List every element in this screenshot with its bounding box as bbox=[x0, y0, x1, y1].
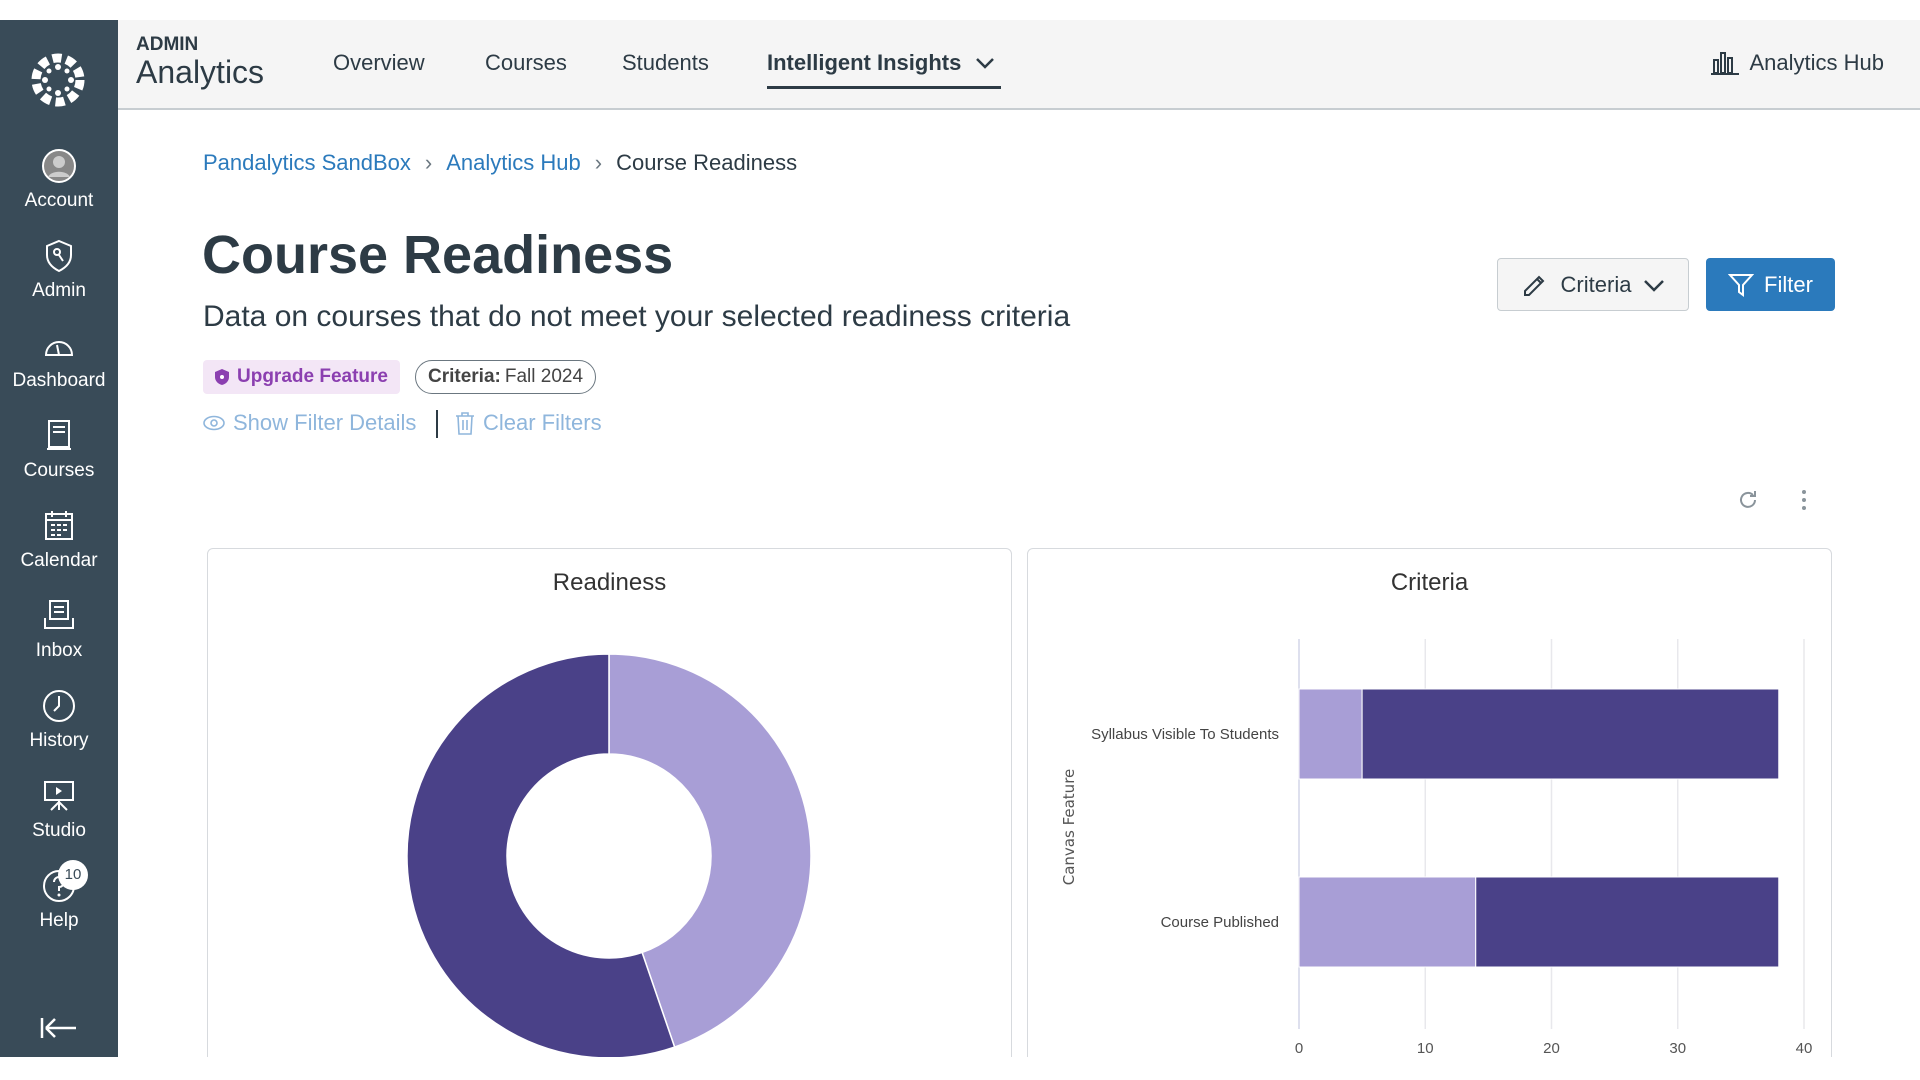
shield-star-icon bbox=[215, 369, 229, 385]
criteria-button-label: Criteria bbox=[1560, 271, 1632, 297]
brand-analytics: Analytics bbox=[136, 54, 265, 90]
sidebar-item-dashboard[interactable]: Dashboard bbox=[0, 328, 118, 392]
readiness-donut-chart bbox=[406, 653, 812, 1059]
bottom-edge bbox=[0, 1057, 1920, 1080]
sidebar-item-label: Courses bbox=[23, 460, 95, 481]
breadcrumb-sandbox[interactable]: Pandalytics SandBox bbox=[203, 150, 411, 176]
top-header: ADMIN Analytics Overview Courses Student… bbox=[118, 20, 1920, 110]
sidebar-item-label: Help bbox=[39, 910, 79, 931]
page-subtitle: Data on courses that do not meet your se… bbox=[203, 300, 1071, 333]
tab-students[interactable]: Students bbox=[622, 50, 709, 76]
bar-segment bbox=[1298, 876, 1477, 968]
clear-filters-link[interactable]: Clear Filters bbox=[455, 410, 602, 436]
chevron-down-icon bbox=[1644, 279, 1665, 292]
sidebar-item-label: Inbox bbox=[35, 640, 83, 661]
filter-button-label: Filter bbox=[1764, 271, 1813, 297]
show-filter-label: Show Filter Details bbox=[233, 410, 417, 435]
pencil-icon bbox=[1523, 275, 1544, 296]
sidebar-item-help[interactable]: Help 10 bbox=[0, 860, 118, 932]
show-filter-details-link[interactable]: Show Filter Details bbox=[203, 410, 416, 436]
help-badge: 10 bbox=[58, 860, 88, 890]
bar-segment bbox=[1298, 688, 1363, 780]
x-tick-label: 10 bbox=[1417, 1040, 1434, 1057]
analytics-hub-link[interactable]: Analytics Hub bbox=[1711, 50, 1884, 76]
sidebar-item-account[interactable]: Account bbox=[0, 148, 118, 212]
filter-button[interactable]: Filter bbox=[1706, 258, 1835, 311]
bar-segment bbox=[1475, 876, 1780, 968]
sidebar-item-admin[interactable]: Admin bbox=[0, 238, 118, 302]
filter-funnel-icon bbox=[1728, 273, 1755, 297]
inbox-icon bbox=[44, 600, 74, 629]
trash-icon bbox=[456, 412, 474, 435]
sidebar-item-studio[interactable]: Studio bbox=[0, 778, 118, 842]
eye-icon bbox=[203, 415, 225, 431]
studio-icon bbox=[44, 781, 74, 811]
sidebar-item-label: History bbox=[29, 730, 89, 751]
tab-overview[interactable]: Overview bbox=[333, 50, 425, 76]
sidebar-item-courses[interactable]: Courses bbox=[0, 418, 118, 482]
brand-admin: ADMIN bbox=[136, 34, 199, 55]
sidebar-item-label: Admin bbox=[32, 280, 86, 301]
collapse-nav-icon[interactable] bbox=[40, 1016, 78, 1040]
chevron-right-icon: › bbox=[424, 150, 433, 175]
page-title: Course Readiness bbox=[202, 225, 674, 285]
upgrade-feature-badge: Upgrade Feature bbox=[203, 360, 400, 394]
more-options-icon[interactable] bbox=[1800, 489, 1808, 511]
x-tick-label: 20 bbox=[1543, 1040, 1560, 1057]
sidebar-item-label: Account bbox=[24, 190, 94, 211]
criteria-button[interactable]: Criteria bbox=[1497, 258, 1689, 311]
y-axis-label: Canvas Feature bbox=[1060, 769, 1078, 886]
x-tick-label: 30 bbox=[1669, 1040, 1686, 1057]
criteria-pill: Criteria: Fall 2024 bbox=[415, 360, 597, 394]
criteria-pill-label: Criteria: bbox=[428, 366, 501, 387]
tab-courses[interactable]: Courses bbox=[485, 50, 567, 76]
divider bbox=[436, 410, 438, 438]
admin-shield-icon bbox=[46, 239, 72, 273]
criteria-panel: Criteria 0 10 20 30 40 Syllabus Visible To St… bbox=[1027, 548, 1832, 1068]
sidebar-item-label: Studio bbox=[32, 820, 86, 841]
category-label: Course Published bbox=[1161, 914, 1279, 931]
breadcrumb-analytics-hub[interactable]: Analytics Hub bbox=[446, 150, 581, 176]
calendar-icon bbox=[45, 511, 73, 540]
sidebar-item-history[interactable]: History bbox=[0, 688, 118, 752]
global-nav-sidebar: Account Admin Dashboard Courses Calendar Inbo… bbox=[0, 20, 118, 1060]
sidebar-item-label: Calendar bbox=[20, 550, 98, 571]
x-tick-label: 0 bbox=[1295, 1040, 1303, 1057]
criteria-pill-value: Fall 2024 bbox=[504, 366, 584, 387]
chevron-down-icon bbox=[976, 58, 995, 69]
readiness-panel: Readiness bbox=[207, 548, 1012, 1068]
history-clock-icon bbox=[43, 690, 75, 722]
sidebar-item-inbox[interactable]: Inbox bbox=[0, 598, 118, 662]
bar-chart-icon bbox=[1711, 52, 1740, 75]
account-icon bbox=[42, 149, 76, 183]
refresh-icon[interactable] bbox=[1737, 489, 1759, 511]
x-tick-label: 40 bbox=[1796, 1040, 1813, 1057]
breadcrumb: Pandalytics SandBox › Analytics Hub › Co… bbox=[203, 150, 797, 176]
category-label: Syllabus Visible To Students bbox=[1091, 726, 1279, 743]
clear-filters-label: Clear Filters bbox=[483, 410, 602, 435]
criteria-bar-chart: 0 10 20 30 40 Syllabus Visible To Students Cou… bbox=[1060, 639, 1813, 1057]
sidebar-item-calendar[interactable]: Calendar bbox=[0, 508, 118, 572]
breadcrumb-current: Course Readiness bbox=[616, 150, 798, 175]
canvas-logo-icon[interactable] bbox=[28, 50, 88, 110]
tab-intelligent-insights[interactable]: Intelligent Insights bbox=[767, 50, 1002, 89]
analytics-hub-label: Analytics Hub bbox=[1749, 50, 1884, 75]
dashboard-icon bbox=[44, 341, 74, 356]
tab-label: Intelligent Insights bbox=[767, 50, 962, 75]
chevron-right-icon: › bbox=[594, 150, 603, 175]
upgrade-label: Upgrade Feature bbox=[237, 366, 388, 387]
courses-icon bbox=[47, 420, 71, 450]
bar-segment bbox=[1361, 688, 1780, 780]
sidebar-item-label: Dashboard bbox=[12, 370, 106, 391]
